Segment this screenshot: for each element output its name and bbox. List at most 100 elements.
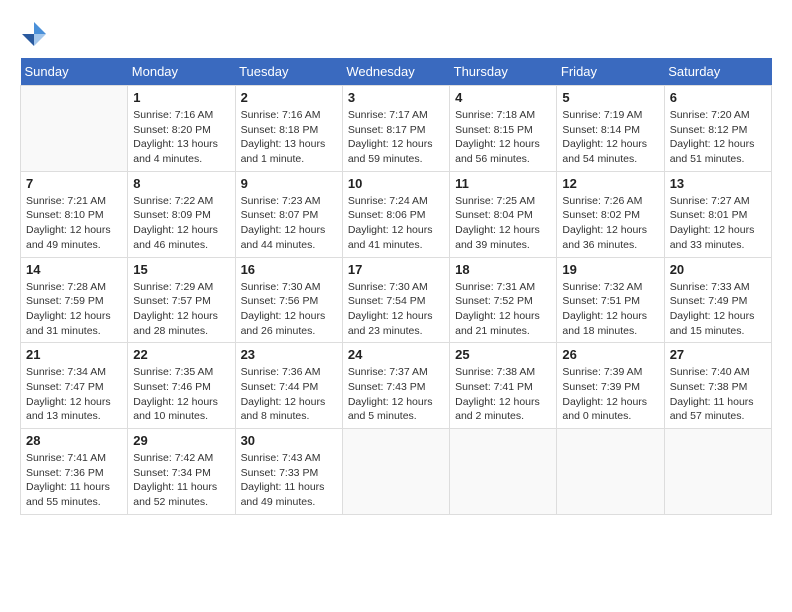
- day-info: Sunrise: 7:20 AM Sunset: 8:12 PM Dayligh…: [670, 108, 766, 167]
- day-info: Sunrise: 7:30 AM Sunset: 7:54 PM Dayligh…: [348, 280, 444, 339]
- calendar-cell: 18Sunrise: 7:31 AM Sunset: 7:52 PM Dayli…: [450, 257, 557, 343]
- weekday-header-wednesday: Wednesday: [342, 58, 449, 86]
- day-info: Sunrise: 7:26 AM Sunset: 8:02 PM Dayligh…: [562, 194, 658, 253]
- day-info: Sunrise: 7:19 AM Sunset: 8:14 PM Dayligh…: [562, 108, 658, 167]
- calendar-cell: 16 Sunrise: 7:30 AM Sunset: 7:56 PM Dayli…: [235, 257, 342, 343]
- day-info: Sunrise: 7:16 AM Sunset: 8:20 PM Dayligh…: [133, 108, 229, 167]
- calendar-cell: 13 Sunrise: 7:27 AM Sunset: 8:01 PM Dayli…: [664, 171, 771, 257]
- calendar-header-row: SundayMondayTuesdayWednesdayThursdayFrid…: [21, 58, 772, 86]
- day-info: Sunrise: 7:16 AM Sunset: 8:18 PM Dayligh…: [241, 108, 337, 167]
- calendar-cell: 23 Sunrise: 7:36 AM Sunset: 7:44 PM Dayli…: [235, 343, 342, 429]
- page-header: [20, 20, 772, 48]
- day-number: 23: [241, 347, 337, 362]
- calendar-cell: 11 Sunrise: 7:25 AM Sunset: 8:04 PM Dayli…: [450, 171, 557, 257]
- day-info: Sunrise: 7:29 AM Sunset: 7:57 PM Dayligh…: [133, 280, 229, 339]
- calendar-cell: 30Sunrise: 7:43 AM Sunset: 7:33 PM Dayli…: [235, 429, 342, 515]
- day-info: Sunrise: 7:31 AM Sunset: 7:52 PM Dayligh…: [455, 280, 551, 339]
- calendar-cell: 12 Sunrise: 7:26 AM Sunset: 8:02 PM Dayli…: [557, 171, 664, 257]
- calendar-cell: 9 Sunrise: 7:23 AM Sunset: 8:07 PM Daylig…: [235, 171, 342, 257]
- day-number: 29: [133, 433, 229, 448]
- calendar-cell: 6 Sunrise: 7:20 AM Sunset: 8:12 PM Daylig…: [664, 86, 771, 172]
- day-number: 11: [455, 176, 551, 191]
- day-number: 8: [133, 176, 229, 191]
- day-number: 5: [562, 90, 658, 105]
- day-number: 7: [26, 176, 122, 191]
- day-info: Sunrise: 7:27 AM Sunset: 8:01 PM Dayligh…: [670, 194, 766, 253]
- day-info: Sunrise: 7:23 AM Sunset: 8:07 PM Dayligh…: [241, 194, 337, 253]
- day-number: 28: [26, 433, 122, 448]
- calendar-table: SundayMondayTuesdayWednesdayThursdayFrid…: [20, 58, 772, 515]
- day-number: 26: [562, 347, 658, 362]
- weekday-header-saturday: Saturday: [664, 58, 771, 86]
- day-number: 20: [670, 262, 766, 277]
- day-number: 4: [455, 90, 551, 105]
- logo-icon: [20, 20, 48, 48]
- day-number: 15: [133, 262, 229, 277]
- day-info: Sunrise: 7:33 AM Sunset: 7:49 PM Dayligh…: [670, 280, 766, 339]
- logo: [20, 20, 52, 48]
- calendar-cell: 19 Sunrise: 7:32 AM Sunset: 7:51 PM Dayli…: [557, 257, 664, 343]
- weekday-header-tuesday: Tuesday: [235, 58, 342, 86]
- day-info: Sunrise: 7:42 AM Sunset: 7:34 PM Dayligh…: [133, 451, 229, 510]
- calendar-week-4: 21 Sunrise: 7:34 AM Sunset: 7:47 PM Dayli…: [21, 343, 772, 429]
- day-info: Sunrise: 7:39 AM Sunset: 7:39 PM Dayligh…: [562, 365, 658, 424]
- calendar-cell: 7Sunrise: 7:21 AM Sunset: 8:10 PM Daylig…: [21, 171, 128, 257]
- day-number: 3: [348, 90, 444, 105]
- day-info: Sunrise: 7:32 AM Sunset: 7:51 PM Dayligh…: [562, 280, 658, 339]
- day-info: Sunrise: 7:28 AM Sunset: 7:59 PM Dayligh…: [26, 280, 122, 339]
- day-info: Sunrise: 7:22 AM Sunset: 8:09 PM Dayligh…: [133, 194, 229, 253]
- day-info: Sunrise: 7:41 AM Sunset: 7:36 PM Dayligh…: [26, 451, 122, 510]
- day-number: 24: [348, 347, 444, 362]
- day-number: 16: [241, 262, 337, 277]
- calendar-week-5: 28 Sunrise: 7:41 AM Sunset: 7:36 PM Dayli…: [21, 429, 772, 515]
- calendar-cell: 24 Sunrise: 7:37 AM Sunset: 7:43 PM Dayli…: [342, 343, 449, 429]
- day-number: 2: [241, 90, 337, 105]
- calendar-cell: 3 Sunrise: 7:17 AM Sunset: 8:17 PM Daylig…: [342, 86, 449, 172]
- calendar-cell: 26 Sunrise: 7:39 AM Sunset: 7:39 PM Dayli…: [557, 343, 664, 429]
- day-number: 13: [670, 176, 766, 191]
- day-info: Sunrise: 7:17 AM Sunset: 8:17 PM Dayligh…: [348, 108, 444, 167]
- day-info: Sunrise: 7:30 AM Sunset: 7:56 PM Dayligh…: [241, 280, 337, 339]
- day-info: Sunrise: 7:35 AM Sunset: 7:46 PM Dayligh…: [133, 365, 229, 424]
- day-number: 10: [348, 176, 444, 191]
- calendar-cell: 20 Sunrise: 7:33 AM Sunset: 7:49 PM Dayli…: [664, 257, 771, 343]
- day-number: 12: [562, 176, 658, 191]
- day-info: Sunrise: 7:34 AM Sunset: 7:47 PM Dayligh…: [26, 365, 122, 424]
- calendar-cell: 17 Sunrise: 7:30 AM Sunset: 7:54 PM Dayli…: [342, 257, 449, 343]
- day-number: 22: [133, 347, 229, 362]
- calendar-cell: 15 Sunrise: 7:29 AM Sunset: 7:57 PM Dayli…: [128, 257, 235, 343]
- calendar-cell: [450, 429, 557, 515]
- day-info: Sunrise: 7:40 AM Sunset: 7:38 PM Dayligh…: [670, 365, 766, 424]
- day-number: 30: [241, 433, 337, 448]
- day-info: Sunrise: 7:18 AM Sunset: 8:15 PM Dayligh…: [455, 108, 551, 167]
- calendar-cell: 21 Sunrise: 7:34 AM Sunset: 7:47 PM Dayli…: [21, 343, 128, 429]
- calendar-cell: [557, 429, 664, 515]
- day-number: 1: [133, 90, 229, 105]
- day-number: 6: [670, 90, 766, 105]
- calendar-cell: [342, 429, 449, 515]
- day-info: Sunrise: 7:24 AM Sunset: 8:06 PM Dayligh…: [348, 194, 444, 253]
- calendar-cell: [664, 429, 771, 515]
- day-info: Sunrise: 7:36 AM Sunset: 7:44 PM Dayligh…: [241, 365, 337, 424]
- day-number: 27: [670, 347, 766, 362]
- calendar-cell: 2 Sunrise: 7:16 AM Sunset: 8:18 PM Daylig…: [235, 86, 342, 172]
- day-number: 21: [26, 347, 122, 362]
- calendar-cell: [21, 86, 128, 172]
- day-info: Sunrise: 7:38 AM Sunset: 7:41 PM Dayligh…: [455, 365, 551, 424]
- calendar-cell: 8 Sunrise: 7:22 AM Sunset: 8:09 PM Daylig…: [128, 171, 235, 257]
- day-info: Sunrise: 7:37 AM Sunset: 7:43 PM Dayligh…: [348, 365, 444, 424]
- day-info: Sunrise: 7:25 AM Sunset: 8:04 PM Dayligh…: [455, 194, 551, 253]
- day-number: 9: [241, 176, 337, 191]
- calendar-cell: 29 Sunrise: 7:42 AM Sunset: 7:34 PM Dayli…: [128, 429, 235, 515]
- calendar-cell: 28 Sunrise: 7:41 AM Sunset: 7:36 PM Dayli…: [21, 429, 128, 515]
- day-number: 25: [455, 347, 551, 362]
- day-number: 17: [348, 262, 444, 277]
- day-number: 19: [562, 262, 658, 277]
- calendar-cell: 4 Sunrise: 7:18 AM Sunset: 8:15 PM Daylig…: [450, 86, 557, 172]
- calendar-cell: 27 Sunrise: 7:40 AM Sunset: 7:38 PM Dayli…: [664, 343, 771, 429]
- calendar-week-2: 7Sunrise: 7:21 AM Sunset: 8:10 PM Daylig…: [21, 171, 772, 257]
- weekday-header-monday: Monday: [128, 58, 235, 86]
- weekday-header-sunday: Sunday: [21, 58, 128, 86]
- calendar-cell: 5 Sunrise: 7:19 AM Sunset: 8:14 PM Daylig…: [557, 86, 664, 172]
- weekday-header-friday: Friday: [557, 58, 664, 86]
